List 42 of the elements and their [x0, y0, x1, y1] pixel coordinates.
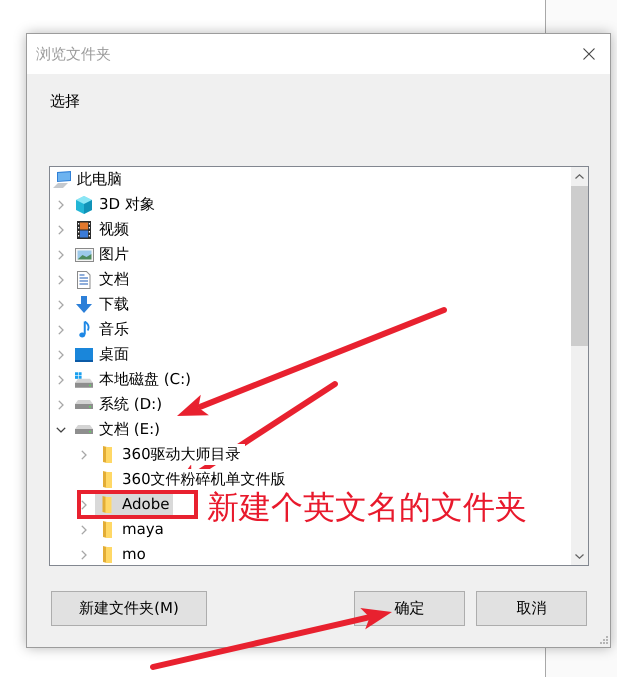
download-icon — [76, 296, 92, 313]
close-icon — [583, 48, 595, 60]
prompt-text: 选择 — [49, 92, 80, 110]
chevron-right-icon[interactable] — [58, 324, 64, 334]
tree-item[interactable]: 360驱动大师目录 — [122, 444, 245, 465]
folder-icon — [102, 546, 112, 563]
scrollbar-thumb[interactable] — [571, 186, 588, 346]
picture-icon — [74, 248, 94, 262]
tree-item[interactable]: Adobe — [122, 494, 174, 515]
chevron-right-icon[interactable] — [58, 200, 64, 210]
computer-icon — [53, 171, 71, 188]
chevron-down-icon[interactable] — [56, 426, 66, 432]
chevron-right-icon[interactable] — [58, 224, 64, 234]
drive-icon — [75, 372, 93, 388]
window-title: 浏览文件夹 — [36, 44, 111, 64]
chevron-right-icon[interactable] — [58, 250, 64, 260]
film-icon — [77, 220, 91, 238]
chevron-up-icon[interactable] — [575, 174, 584, 178]
chevron-right-icon[interactable] — [58, 350, 64, 360]
cancel-button[interactable]: 取消 — [476, 591, 587, 626]
folder-icon — [102, 471, 112, 488]
document-icon — [77, 270, 91, 288]
chevron-down-icon[interactable] — [575, 554, 584, 558]
screen-icon — [75, 348, 93, 362]
chevron-right-icon[interactable] — [81, 524, 87, 534]
cube-icon — [76, 196, 92, 214]
annotation-note: 新建个英文名的文件夹 — [207, 489, 527, 525]
chevron-right-icon[interactable] — [58, 300, 64, 310]
chevron-right-icon[interactable] — [81, 450, 87, 460]
resize-grip-icon[interactable] — [600, 636, 608, 644]
folder-icon — [102, 521, 112, 538]
folder-icon — [102, 446, 112, 463]
new-folder-button[interactable]: 新建文件夹(M) — [51, 591, 207, 626]
chevron-right-icon[interactable] — [81, 550, 87, 560]
chevron-right-icon[interactable] — [58, 374, 64, 384]
chevron-right-icon[interactable] — [58, 400, 64, 410]
music-note-icon — [78, 321, 90, 338]
ok-button[interactable]: 确定 — [354, 591, 465, 626]
chevron-right-icon[interactable] — [81, 500, 87, 510]
drive-icon — [75, 425, 93, 434]
drive-icon — [75, 400, 93, 409]
chevron-right-icon[interactable] — [58, 274, 64, 284]
